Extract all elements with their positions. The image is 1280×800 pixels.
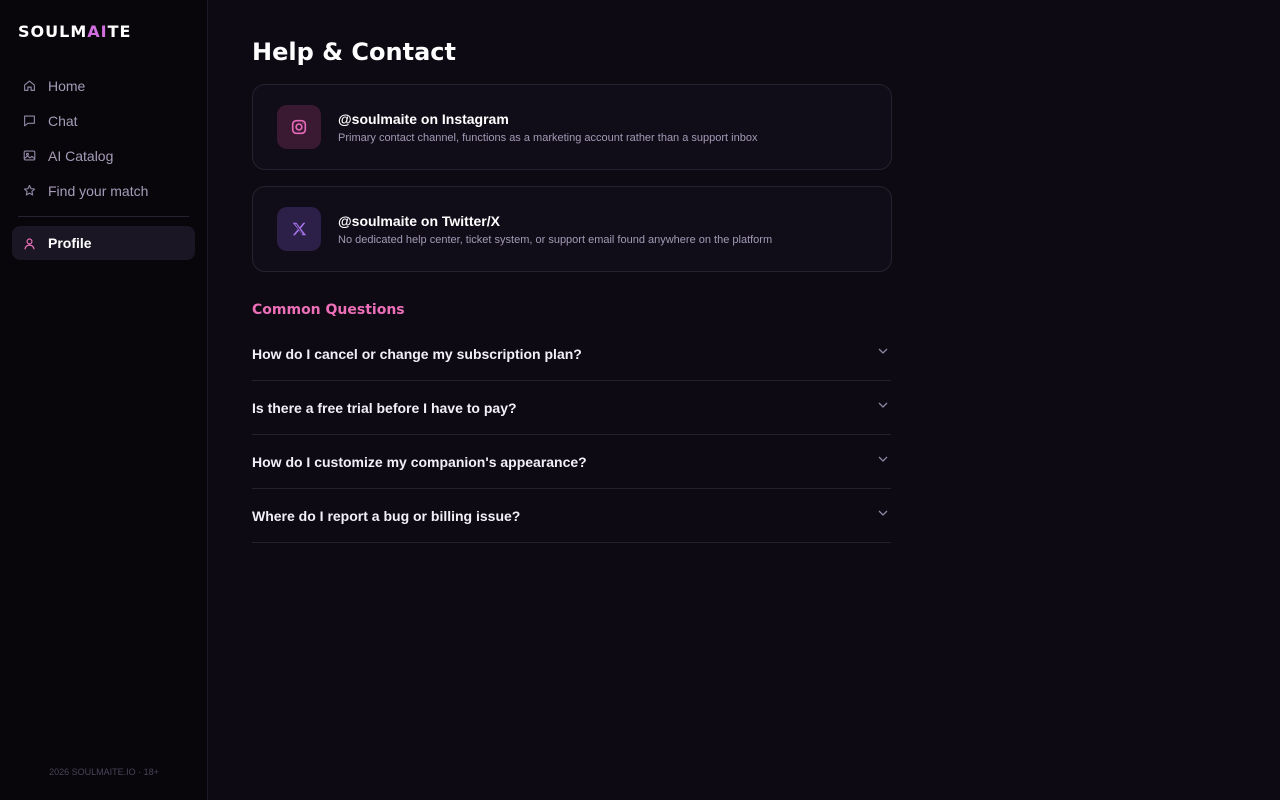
contact-title: @soulmaite on Instagram <box>338 110 509 127</box>
sidebar-item-chat[interactable]: Chat <box>12 103 195 138</box>
faq-question: How do I cancel or change my subscriptio… <box>252 346 582 362</box>
sidebar-item-label: Home <box>48 77 86 94</box>
sidebar-item-label: Profile <box>48 235 92 251</box>
sidebar-item-label: Find your match <box>48 182 149 199</box>
image-icon <box>23 149 36 162</box>
chevron-down-icon <box>878 402 888 408</box>
sidebar-item-profile[interactable]: Profile <box>12 226 195 260</box>
faq-question: Is there a free trial before I have to p… <box>252 400 517 416</box>
contact-card-text: @soulmaite on Twitter/X No dedicated hel… <box>338 213 772 246</box>
sidebar-item-label: Chat <box>48 112 78 129</box>
chevron-down-icon <box>878 456 888 462</box>
sidebar-item-label: AI Catalog <box>48 147 114 164</box>
app-root: SOULMAITE Home Chat AI Catalog Find your… <box>0 0 1280 800</box>
contact-card-twitter[interactable]: @soulmaite on Twitter/X No dedicated hel… <box>252 186 892 272</box>
main-content: Help & Contact @soulmaite on Instagram P… <box>208 0 1280 800</box>
brand-logo[interactable]: SOULMAITE <box>18 22 131 41</box>
faq-item[interactable]: How do I customize my companion's appear… <box>252 435 891 489</box>
logo-text-prefix: SOULM <box>18 22 88 41</box>
faq-question: Where do I report a bug or billing issue… <box>252 508 521 524</box>
logo-text-accent: AI <box>87 22 108 41</box>
contact-description: Primary contact channel, functions as a … <box>338 131 758 144</box>
faq-item[interactable]: How do I cancel or change my subscriptio… <box>252 327 891 381</box>
home-icon <box>23 79 36 92</box>
sidebar-item-ai-catalog[interactable]: AI Catalog <box>12 138 195 173</box>
user-icon <box>23 237 36 250</box>
x-twitter-icon <box>277 207 321 251</box>
logo-text-suffix: TE <box>107 22 132 41</box>
page-title: Help & Contact <box>252 38 456 66</box>
contact-description: No dedicated help center, ticket system,… <box>338 233 773 246</box>
sidebar: SOULMAITE Home Chat AI Catalog Find your… <box>0 0 208 800</box>
sidebar-nav: Home Chat AI Catalog Find your match <box>12 68 195 208</box>
faq-item[interactable]: Where do I report a bug or billing issue… <box>252 489 891 543</box>
star-icon <box>23 184 36 197</box>
faq-item[interactable]: Is there a free trial before I have to p… <box>252 381 891 435</box>
faq-section-title: Common Questions <box>252 302 405 318</box>
sidebar-divider <box>18 216 189 217</box>
contact-title: @soulmaite on Twitter/X <box>338 212 500 229</box>
chevron-down-icon <box>878 510 888 516</box>
faq-list: How do I cancel or change my subscriptio… <box>252 327 891 543</box>
chevron-down-icon <box>878 348 888 354</box>
contact-card-instagram[interactable]: @soulmaite on Instagram Primary contact … <box>252 84 892 170</box>
contact-card-text: @soulmaite on Instagram Primary contact … <box>338 111 757 144</box>
sidebar-item-find-your-match[interactable]: Find your match <box>12 173 195 208</box>
chat-icon <box>23 114 36 127</box>
faq-question: How do I customize my companion's appear… <box>252 454 587 470</box>
sidebar-footer: 2026 SOULMAITE.IO · 18+ <box>49 767 159 777</box>
sidebar-item-home[interactable]: Home <box>12 68 195 103</box>
instagram-icon <box>277 105 321 149</box>
